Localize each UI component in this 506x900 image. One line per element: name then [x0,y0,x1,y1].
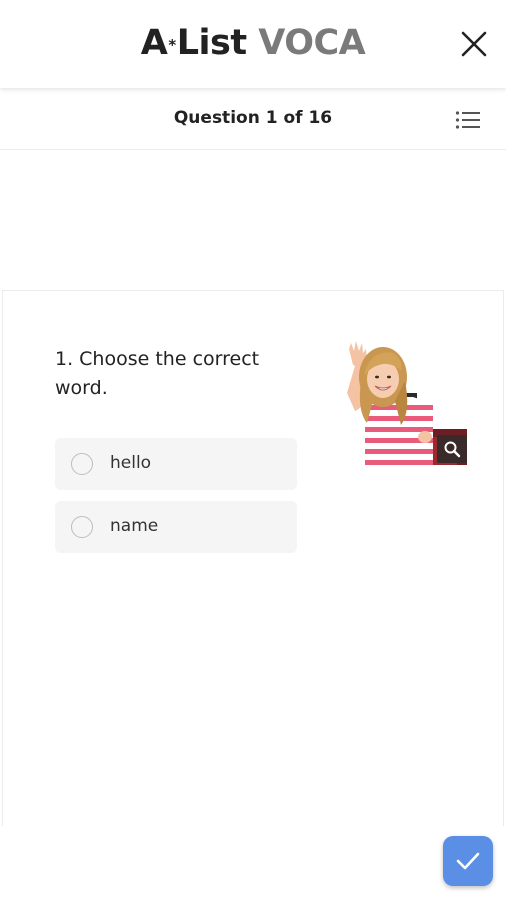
submit-answer-button[interactable] [443,836,493,886]
magnifier-icon [444,441,461,458]
answer-option-name[interactable]: name [55,501,297,553]
app-header: A*List VOCA [0,0,506,88]
question-card: 1. Choose the correct word. hello name [2,290,504,830]
app-title: A*List VOCA [0,20,506,68]
question-text: 1. Choose the correct word. [55,348,260,399]
close-icon [461,31,487,57]
answer-option-hello[interactable]: hello [55,438,297,490]
title-part-voca: VOCA [258,23,366,63]
list-icon [455,111,480,129]
answer-option-label: hello [110,453,152,473]
title-part-list: List [176,23,247,63]
zoom-image-button[interactable] [437,435,467,463]
footer-bar [0,826,506,900]
answer-option-label: name [110,516,159,536]
checkmark-icon [456,852,480,870]
radio-button[interactable] [71,516,93,538]
question-list-button[interactable] [450,104,486,136]
question-counter: Question 1 of 16 [173,108,333,128]
radio-button[interactable] [71,453,93,475]
title-part-a: A [140,23,168,63]
close-button[interactable] [454,24,494,64]
question-nav-bar: Question 1 of 16 [0,90,506,150]
title-star: * [168,36,176,54]
